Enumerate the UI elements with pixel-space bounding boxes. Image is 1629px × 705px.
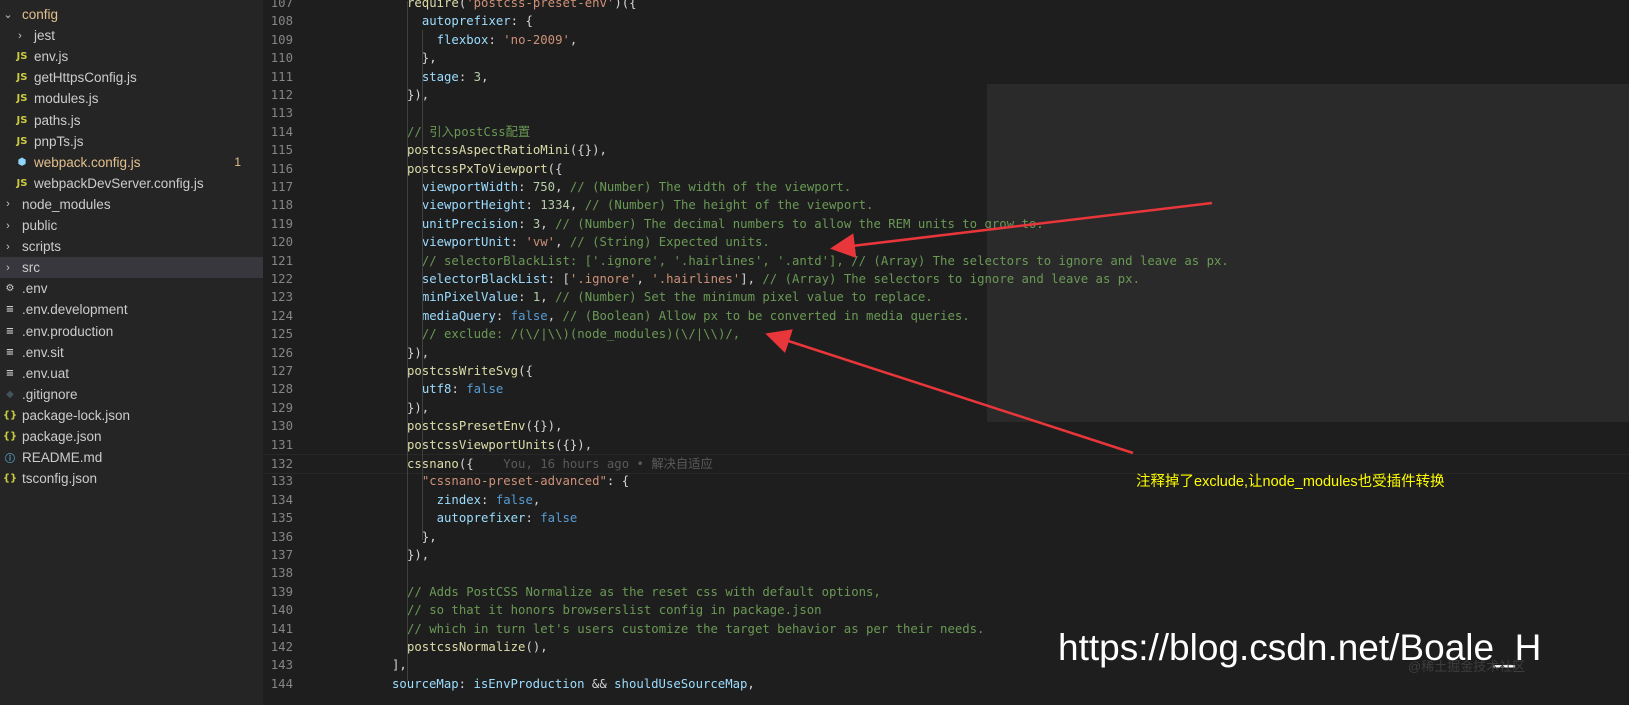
arrow-to-line-125 — [765, 329, 1134, 455]
annotation-arrows — [765, 201, 1213, 455]
arrow-to-line-120 — [830, 201, 1213, 259]
